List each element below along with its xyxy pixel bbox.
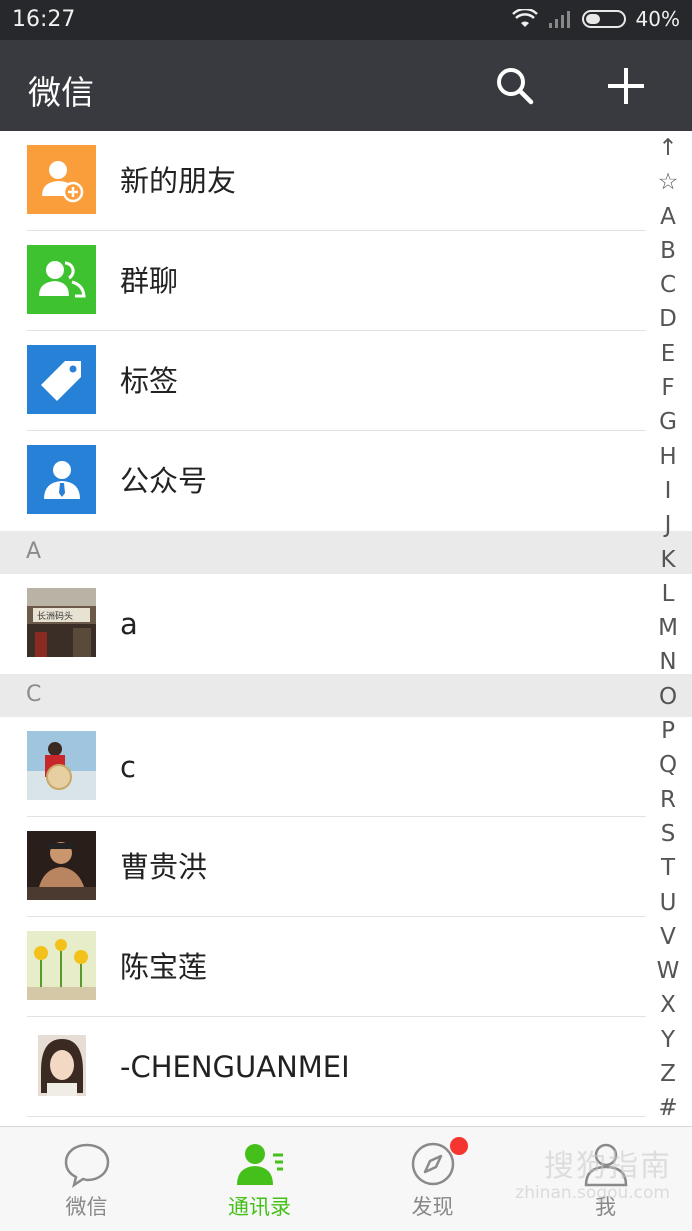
- tab-chats[interactable]: 微信: [0, 1127, 173, 1231]
- avatar: [27, 931, 96, 1000]
- tags-label: 标签: [120, 364, 179, 398]
- index-letter[interactable]: M: [658, 611, 678, 645]
- contact-name: c: [120, 750, 136, 784]
- contact-row[interactable]: 长洲码头 a: [0, 574, 692, 674]
- index-letter[interactable]: P: [661, 714, 675, 748]
- add-friend-icon: [27, 145, 96, 214]
- section-header-c: C: [0, 674, 692, 717]
- contact-row[interactable]: 陈宝莲: [0, 917, 692, 1017]
- index-letter[interactable]: E: [661, 337, 676, 371]
- official-account-icon: [27, 445, 96, 514]
- tab-label: 发现: [411, 1195, 454, 1219]
- index-letter[interactable]: K: [660, 543, 675, 577]
- tag-icon: [27, 345, 96, 414]
- page-title: 微信: [28, 73, 94, 112]
- group-chat-icon: [27, 245, 96, 314]
- add-button[interactable]: [598, 58, 654, 114]
- signal-icon: [548, 11, 570, 28]
- index-letter[interactable]: ☆: [658, 165, 679, 199]
- index-letter[interactable]: N: [659, 645, 676, 679]
- index-letter[interactable]: Y: [661, 1023, 675, 1057]
- official-accounts-label: 公众号: [120, 464, 208, 498]
- index-letter[interactable]: G: [659, 405, 677, 439]
- index-letter[interactable]: F: [661, 371, 674, 405]
- index-letter[interactable]: #: [658, 1091, 677, 1125]
- chat-bubble-icon: [64, 1143, 109, 1188]
- index-letter[interactable]: I: [665, 474, 672, 508]
- app-bar: 微信: [0, 40, 692, 131]
- tab-contacts[interactable]: 通讯录: [173, 1127, 346, 1231]
- watermark-url: zhinan.sogou.com: [515, 1183, 670, 1203]
- contacts-icon: [236, 1144, 283, 1185]
- status-bar: 16:27 40%: [0, 0, 692, 40]
- tab-discover[interactable]: 发现: [346, 1127, 519, 1231]
- section-header-a: A: [0, 531, 692, 574]
- index-letter[interactable]: D: [659, 302, 677, 336]
- search-button[interactable]: [487, 58, 543, 114]
- divider: [27, 1116, 646, 1117]
- official-accounts-row[interactable]: 公众号: [0, 431, 692, 531]
- contact-name: 陈宝莲: [120, 950, 208, 984]
- tab-label: 微信: [65, 1195, 108, 1219]
- contact-row[interactable]: -CHENGUANMEI: [0, 1017, 692, 1117]
- section-letter: C: [26, 682, 42, 707]
- index-letter[interactable]: B: [660, 234, 676, 268]
- contact-name: a: [120, 607, 138, 641]
- index-letter[interactable]: H: [659, 440, 676, 474]
- wifi-icon: [511, 9, 538, 27]
- index-letter[interactable]: ↑: [658, 131, 677, 165]
- group-chat-row[interactable]: 群聊: [0, 231, 692, 331]
- contact-row[interactable]: c: [0, 717, 692, 817]
- index-letter[interactable]: O: [659, 680, 677, 714]
- section-letter: A: [26, 539, 42, 564]
- group-chat-label: 群聊: [120, 264, 179, 298]
- battery-icon: [581, 10, 626, 28]
- contact-row[interactable]: 曹贵洪: [0, 817, 692, 917]
- index-letter[interactable]: C: [660, 268, 676, 302]
- status-time: 16:27: [12, 7, 76, 32]
- avatar: 长洲码头: [27, 588, 96, 657]
- new-friends-label: 新的朋友: [120, 164, 237, 198]
- avatar: [27, 831, 96, 900]
- index-letter[interactable]: J: [665, 508, 672, 542]
- index-letter[interactable]: S: [661, 817, 676, 851]
- search-icon: [497, 68, 534, 105]
- index-letter[interactable]: X: [660, 988, 676, 1022]
- tab-label: 通讯录: [228, 1195, 291, 1219]
- index-letter[interactable]: T: [661, 851, 675, 885]
- index-letter[interactable]: L: [662, 577, 675, 611]
- alphabet-index[interactable]: ↑ ☆ A B C D E F G H I J K L M N O P Q R S T U V W X Y Z #: [652, 131, 684, 1126]
- avatar: [27, 731, 96, 800]
- avatar: [27, 1031, 96, 1100]
- index-letter[interactable]: V: [660, 920, 676, 954]
- new-friends-row[interactable]: 新的朋友: [0, 131, 692, 231]
- index-letter[interactable]: A: [660, 200, 676, 234]
- status-icons: 40%: [511, 7, 680, 31]
- battery-level: [585, 14, 600, 24]
- contact-name: -CHENGUANMEI: [120, 1050, 350, 1084]
- index-letter[interactable]: Q: [659, 748, 677, 782]
- index-letter[interactable]: Z: [660, 1057, 676, 1091]
- contact-name: 曹贵洪: [120, 850, 208, 884]
- notification-badge: [450, 1137, 468, 1155]
- index-letter[interactable]: W: [657, 954, 680, 988]
- svg-text:长洲码头: 长洲码头: [37, 610, 73, 622]
- index-letter[interactable]: R: [660, 783, 676, 817]
- watermark: 搜狗指南: [544, 1149, 672, 1184]
- battery-text: 40%: [635, 7, 680, 31]
- tags-row[interactable]: 标签: [0, 331, 692, 431]
- plus-icon: [608, 68, 644, 104]
- contact-list: 新的朋友 群聊 标签 公众号 A 长洲码头 a C c 曹贵洪 陈宝莲 -CHE…: [0, 131, 692, 1117]
- index-letter[interactable]: U: [660, 886, 677, 920]
- bottom-nav: 微信 通讯录 发现 我 搜狗指南 zhinan.sogou.com: [0, 1126, 692, 1231]
